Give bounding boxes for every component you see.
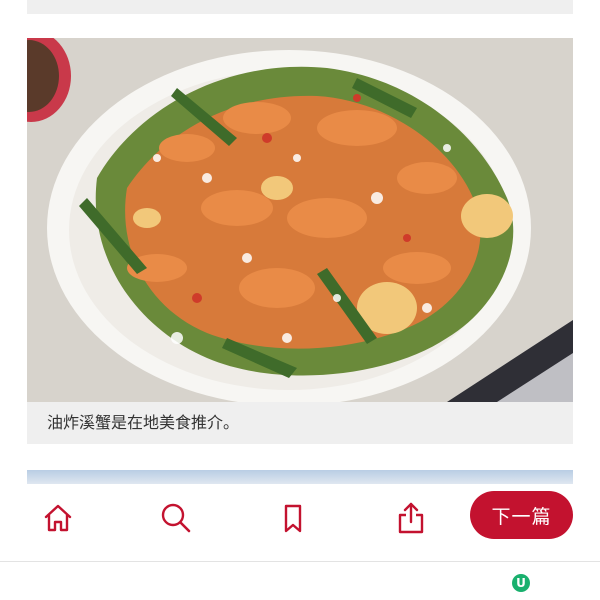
- photo-card: 油炸溪蟹是在地美食推介。: [27, 38, 573, 444]
- search-icon: [161, 503, 191, 533]
- share-button[interactable]: [393, 500, 429, 536]
- photo-caption: 油炸溪蟹是在地美食推介。: [47, 413, 240, 432]
- home-icon: [44, 504, 72, 532]
- u-app-icon[interactable]: U: [512, 574, 530, 592]
- article-page: 油炸溪蟹是在地美食推介。 下一篇 U: [0, 0, 600, 600]
- fried-crab-photo[interactable]: [27, 38, 573, 402]
- system-bar: U: [0, 562, 600, 600]
- bottom-toolbar: 下一篇: [0, 484, 600, 558]
- bookmark-icon: [284, 504, 302, 533]
- bookmark-button[interactable]: [275, 500, 311, 536]
- home-button[interactable]: [40, 500, 76, 536]
- next-article-image[interactable]: [27, 470, 573, 484]
- share-icon: [398, 502, 424, 534]
- next-article-button[interactable]: 下一篇: [470, 491, 573, 539]
- search-button[interactable]: [158, 500, 194, 536]
- previous-caption-card: [27, 0, 573, 14]
